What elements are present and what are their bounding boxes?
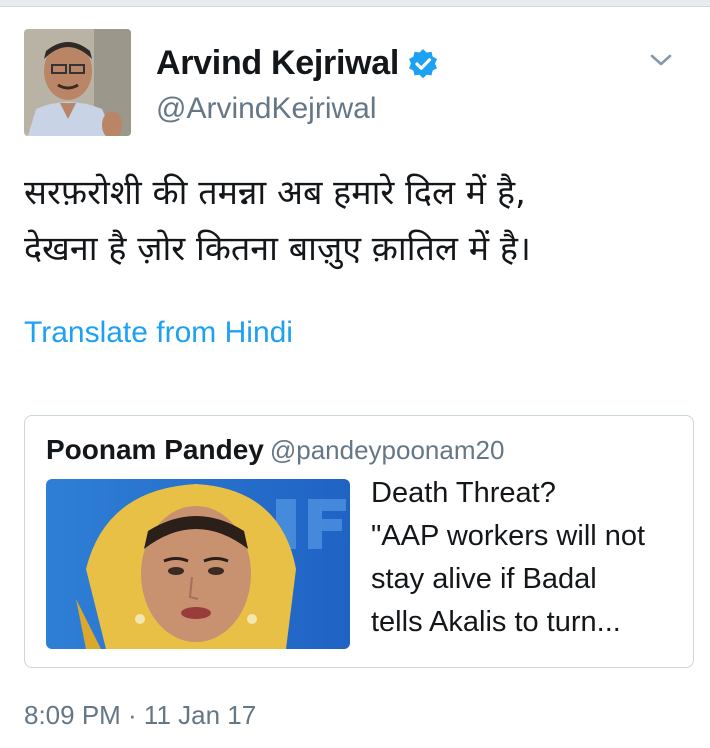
author-name[interactable]: Arvind Kejriwal (156, 44, 399, 83)
translate-link[interactable]: Translate from Hindi (24, 316, 293, 350)
quoted-text-line: "AAP workers will not (371, 520, 646, 552)
author-handle[interactable]: @ArvindKejriwal (156, 92, 377, 126)
quoted-tweet-image[interactable] (46, 479, 350, 649)
top-divider (0, 0, 710, 7)
quoted-tweet-header: Poonam Pandey @pandeypoonam20 (46, 434, 504, 466)
tweet-timestamp[interactable]: 8:09 PM · 11 Jan 17 (24, 700, 256, 731)
quoted-author-name: Poonam Pandey (46, 434, 264, 465)
quoted-text-line: Death Threat? (371, 477, 556, 509)
tweet-text: सरफ़रोशी की तमन्ना अब हमारे दिल में है, … (24, 165, 684, 277)
tweet-line: देखना है ज़ोर कितना बाज़ुए क़ातिल में है… (24, 229, 531, 269)
chevron-down-icon[interactable] (648, 50, 674, 70)
tweet-line: सरफ़रोशी की तमन्ना अब हमारे दिल में है, (24, 173, 526, 213)
author-row[interactable]: Arvind Kejriwal (156, 44, 439, 83)
quoted-tweet-card[interactable]: Poonam Pandey @pandeypoonam20 Death Thre… (24, 415, 694, 668)
quoted-author-handle: @pandeypoonam20 (269, 435, 505, 465)
quoted-text-line: tells Akalis to turn... (371, 606, 621, 638)
quoted-text-line: stay alive if Badal (371, 563, 597, 595)
verified-badge-icon (407, 48, 439, 80)
avatar[interactable] (24, 29, 131, 136)
quoted-tweet-text: Death Threat? "AAP workers will not stay… (371, 472, 681, 644)
